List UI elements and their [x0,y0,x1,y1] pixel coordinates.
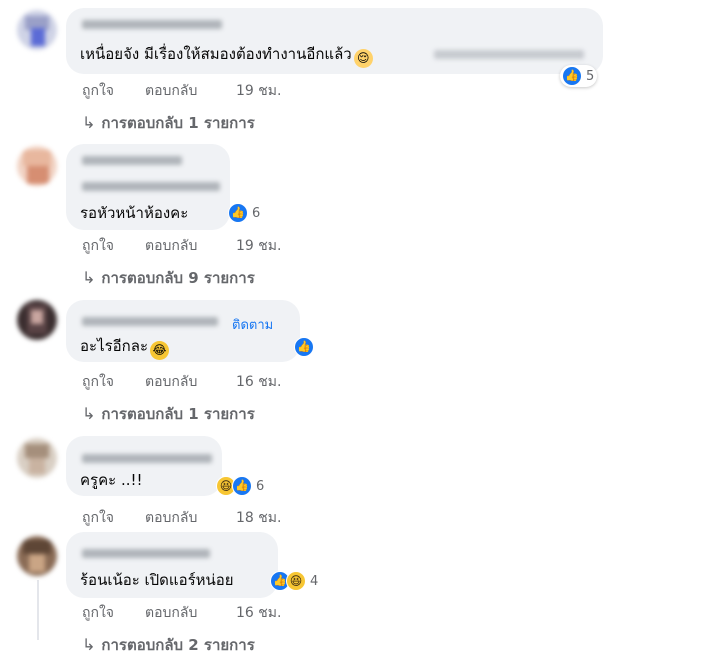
timestamp[interactable]: 19 ชม. [236,80,281,102]
timestamp[interactable]: 18 ชม. [236,507,281,529]
view-replies-link[interactable]: ↳ การตอบกลับ 1 รายการ [82,402,255,426]
reply-button[interactable]: ตอบกลับ [145,235,197,257]
reaction-summary[interactable]: 👍 5 [560,65,598,87]
avatar[interactable] [17,438,57,478]
reply-arrow-icon: ↳ [82,635,96,654]
reply-button[interactable]: ตอบกลับ [145,371,197,393]
avatar[interactable] [17,300,57,340]
reply-button[interactable]: ตอบกลับ [145,602,197,624]
like-reaction-icon: 👍 [562,66,582,86]
comment-text: รอหัวหน้าห้องคะ [80,204,189,222]
reaction-summary[interactable]: 😆 👍 6 [214,475,267,497]
comment-bubble: ครูคะ ..!! [66,436,222,496]
reaction-count: 6 [256,478,265,494]
reply-arrow-icon: ↳ [82,404,96,423]
like-button[interactable]: ถูกใจ [82,371,114,393]
reaction-count: 6 [252,205,261,221]
like-button[interactable]: ถูกใจ [82,507,114,529]
like-reaction-icon: 👍 [228,203,248,223]
timestamp[interactable]: 16 ชม. [236,602,281,624]
view-replies-link[interactable]: ↳ การตอบกลับ 2 รายการ [82,633,255,657]
avatar[interactable] [17,146,57,186]
comment-text: ร้อนเน้อะ เปิดแอร์หน่อย [80,571,234,589]
view-replies-link[interactable]: ↳ การตอบกลับ 1 รายการ [82,111,255,135]
commenter-name[interactable] [82,156,182,165]
comment-text: เหนื่อยจัง มีเรื่องให้สมองต้องทำงานอีกแล… [80,44,373,68]
reaction-count: 4 [310,573,319,589]
comment-bubble: ติดตาม อะไรอีกละ 😂 [66,300,300,362]
timestamp[interactable]: 16 ชม. [236,371,281,393]
comment-bubble: เหนื่อยจัง มีเรื่องให้สมองต้องทำงานอีกแล… [66,8,603,74]
commenter-name[interactable] [82,317,218,326]
reply-arrow-icon: ↳ [82,268,96,287]
reaction-summary[interactable]: 👍 [292,336,317,358]
reply-button[interactable]: ตอบกลับ [145,80,197,102]
like-button[interactable]: ถูกใจ [82,80,114,102]
commenter-name-line-2 [82,182,220,191]
avatar[interactable] [17,536,57,576]
like-reaction-icon: 👍 [294,337,314,357]
avatar[interactable] [17,10,57,50]
replies-count-label: การตอบกลับ 1 รายการ [101,114,255,132]
thread-line [37,580,39,640]
replies-count-label: การตอบกลับ 2 รายการ [101,636,255,654]
commenter-name[interactable] [82,20,222,29]
reaction-summary[interactable]: 👍 6 [226,202,263,224]
replies-count-label: การตอบกลับ 9 รายการ [101,269,255,287]
timestamp[interactable]: 19 ชม. [236,235,281,257]
commenter-name[interactable] [82,454,212,463]
relieved-face-icon: 😌 [353,49,373,68]
like-button[interactable]: ถูกใจ [82,235,114,257]
comment-text: ครูคะ ..!! [80,471,143,489]
haha-reaction-icon: 😆 [286,571,306,591]
like-button[interactable]: ถูกใจ [82,602,114,624]
follow-button[interactable]: ติดตาม [232,314,273,335]
commenter-name[interactable] [82,549,210,558]
reply-button[interactable]: ตอบกลับ [145,507,197,529]
tagged-user-blur[interactable] [434,50,584,59]
reply-arrow-icon: ↳ [82,113,96,132]
comment-text: อะไรอีกละ 😂 [80,336,170,360]
tears-of-joy-icon: 😂 [150,341,170,360]
reaction-count: 5 [586,68,595,84]
replies-count-label: การตอบกลับ 1 รายการ [101,405,255,423]
comment-bubble: รอหัวหน้าห้องคะ [66,144,230,230]
comment-bubble: ร้อนเน้อะ เปิดแอร์หน่อย [66,532,278,598]
reaction-summary[interactable]: 👍 😆 4 [268,570,321,592]
like-reaction-icon: 👍 [232,476,252,496]
view-replies-link[interactable]: ↳ การตอบกลับ 9 รายการ [82,266,255,290]
